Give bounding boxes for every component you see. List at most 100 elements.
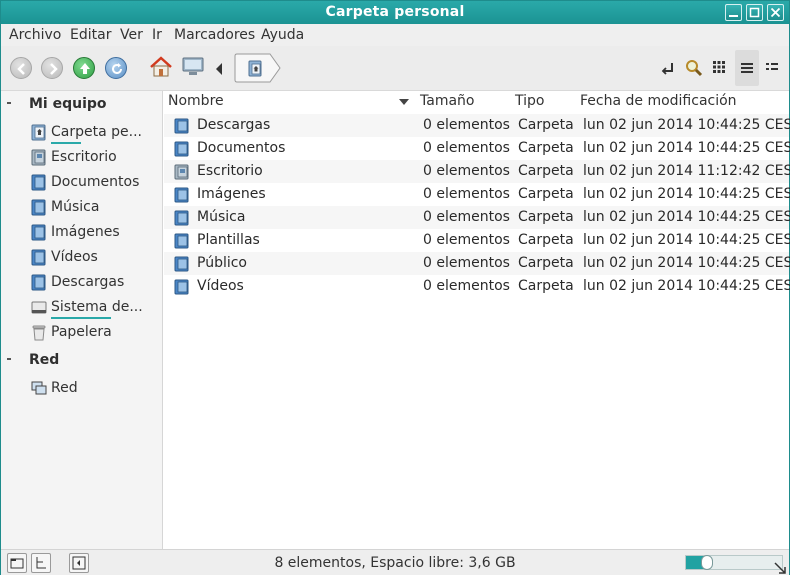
search-icon: [686, 60, 703, 77]
table-row[interactable]: Plantillas 0 elementos Carpeta lun 02 ju…: [164, 229, 790, 252]
sidebar-item-escritorio[interactable]: Escritorio: [31, 147, 161, 169]
column-header-fecha[interactable]: Fecha de modificación: [580, 93, 737, 109]
sidebar-item-musica[interactable]: Música: [31, 197, 161, 219]
minimize-button[interactable]: [725, 4, 742, 21]
usage-indicator: [51, 142, 81, 144]
breadcrumb-scroll-left[interactable]: [214, 62, 224, 80]
column-header-tipo[interactable]: Tipo: [515, 93, 544, 109]
file-type: Carpeta: [518, 117, 574, 133]
drive-icon: [31, 301, 47, 314]
menu-editar[interactable]: Editar: [70, 27, 111, 43]
desktop-folder-icon: [31, 149, 46, 166]
file-type: Carpeta: [518, 255, 574, 271]
sidebar-section-mi-equipo[interactable]: Mi equipo: [1, 96, 161, 116]
search-button[interactable]: [685, 59, 703, 81]
file-name: Imágenes: [197, 186, 266, 202]
menu-ayuda[interactable]: Ayuda: [261, 27, 304, 43]
compact-view-icon: [766, 63, 778, 70]
table-row[interactable]: Público 0 elementos Carpeta lun 02 jun 2…: [164, 252, 790, 275]
sidebar-item-imagenes[interactable]: Imágenes: [31, 222, 161, 244]
collapse-icon: [7, 358, 11, 360]
folder-icon: [174, 141, 189, 157]
file-modified: lun 02 jun 2014 10:44:25 CEST: [583, 255, 790, 271]
table-row[interactable]: Escritorio 0 elementos Carpeta lun 02 ju…: [164, 160, 790, 183]
table-row[interactable]: Descargas 0 elementos Carpeta lun 02 jun…: [164, 114, 790, 137]
file-size: 0 elementos: [423, 232, 510, 248]
list-view-icon: [741, 63, 753, 73]
sidebar-item-descargas[interactable]: Descargas: [31, 272, 161, 294]
resize-grip-icon[interactable]: [773, 562, 787, 574]
sidebar-item-papelera[interactable]: Papelera: [31, 322, 161, 344]
status-bar: 8 elementos, Espacio libre: 3,6 GB: [1, 549, 789, 575]
file-name: Descargas: [197, 117, 271, 133]
trash-icon: [32, 325, 46, 341]
file-name: Documentos: [197, 140, 286, 156]
file-name: Escritorio: [197, 163, 263, 179]
compact-view-button[interactable]: [765, 61, 779, 79]
file-modified: lun 02 jun 2014 10:44:25 CEST: [583, 140, 790, 156]
sidebar-item-carpeta-personal[interactable]: Carpeta pe...: [31, 122, 161, 144]
file-size: 0 elementos: [423, 186, 510, 202]
status-text: 8 elementos, Espacio libre: 3,6 GB: [274, 555, 516, 571]
file-type: Carpeta: [518, 278, 574, 294]
reload-button[interactable]: [105, 57, 127, 79]
menu-archivo[interactable]: Archivo: [9, 27, 61, 43]
file-name: Vídeos: [197, 278, 244, 294]
location-toggle[interactable]: [660, 61, 676, 81]
file-size: 0 elementos: [423, 255, 510, 271]
breadcrumb-home[interactable]: [234, 53, 282, 83]
home-folder-icon: [248, 60, 262, 77]
sidebar-item-documentos[interactable]: Documentos: [31, 172, 161, 194]
file-name: Público: [197, 255, 247, 271]
folder-icon: [31, 199, 46, 216]
table-row[interactable]: Vídeos 0 elementos Carpeta lun 02 jun 20…: [164, 275, 790, 298]
file-name: Plantillas: [197, 232, 260, 248]
computer-icon: [182, 57, 204, 75]
sidebar-item-red[interactable]: Red: [31, 378, 161, 400]
file-name: Música: [197, 209, 246, 225]
maximize-button[interactable]: [746, 4, 763, 21]
table-row[interactable]: Música 0 elementos Carpeta lun 02 jun 20…: [164, 206, 790, 229]
folder-icon: [174, 187, 189, 203]
sort-descending-icon: [399, 99, 409, 105]
column-header-tamano[interactable]: Tamaño: [420, 93, 474, 109]
back-button[interactable]: [10, 57, 32, 79]
free-space-bar: [685, 555, 783, 570]
folder-icon: [174, 256, 189, 272]
sidebar-item-videos[interactable]: Vídeos: [31, 247, 161, 269]
file-modified: lun 02 jun 2014 10:44:25 CEST: [583, 278, 790, 294]
icon-view-button[interactable]: [712, 60, 726, 78]
home-button[interactable]: [149, 56, 173, 82]
network-icon: [31, 381, 47, 395]
close-button[interactable]: [767, 4, 784, 21]
menu-ir[interactable]: Ir: [152, 27, 162, 43]
menu-ver[interactable]: Ver: [120, 27, 143, 43]
back-icon: [17, 63, 25, 75]
sidebar-item-sistema-de-archivos[interactable]: Sistema de...: [31, 297, 161, 319]
file-size: 0 elementos: [423, 163, 510, 179]
list-view-button[interactable]: [735, 50, 759, 86]
folder-icon: [174, 233, 189, 249]
usage-indicator: [51, 317, 111, 319]
sidebar-section-red[interactable]: Red: [1, 352, 161, 372]
forward-button[interactable]: [41, 57, 63, 79]
table-row[interactable]: Documentos 0 elementos Carpeta lun 02 ju…: [164, 137, 790, 160]
computer-button[interactable]: [181, 56, 205, 82]
home-folder-icon: [31, 124, 46, 141]
column-header-nombre[interactable]: Nombre: [168, 93, 224, 109]
file-type: Carpeta: [518, 186, 574, 202]
menu-marcadores[interactable]: Marcadores: [174, 27, 255, 43]
up-button[interactable]: [73, 57, 95, 79]
folder-icon: [174, 279, 189, 295]
window-title: Carpeta personal: [325, 4, 465, 20]
title-bar[interactable]: Carpeta personal: [1, 1, 789, 24]
folder-icon: [31, 249, 46, 266]
icon-view-icon: [713, 61, 725, 73]
folder-icon: [174, 118, 189, 134]
table-row[interactable]: Imágenes 0 elementos Carpeta lun 02 jun …: [164, 183, 790, 206]
file-type: Carpeta: [518, 140, 574, 156]
folder-icon: [31, 274, 46, 291]
toolbar: [1, 46, 789, 91]
sidebar: Mi equipo Carpeta pe... Escritorio Docum…: [1, 91, 163, 549]
home-icon: [150, 56, 172, 77]
